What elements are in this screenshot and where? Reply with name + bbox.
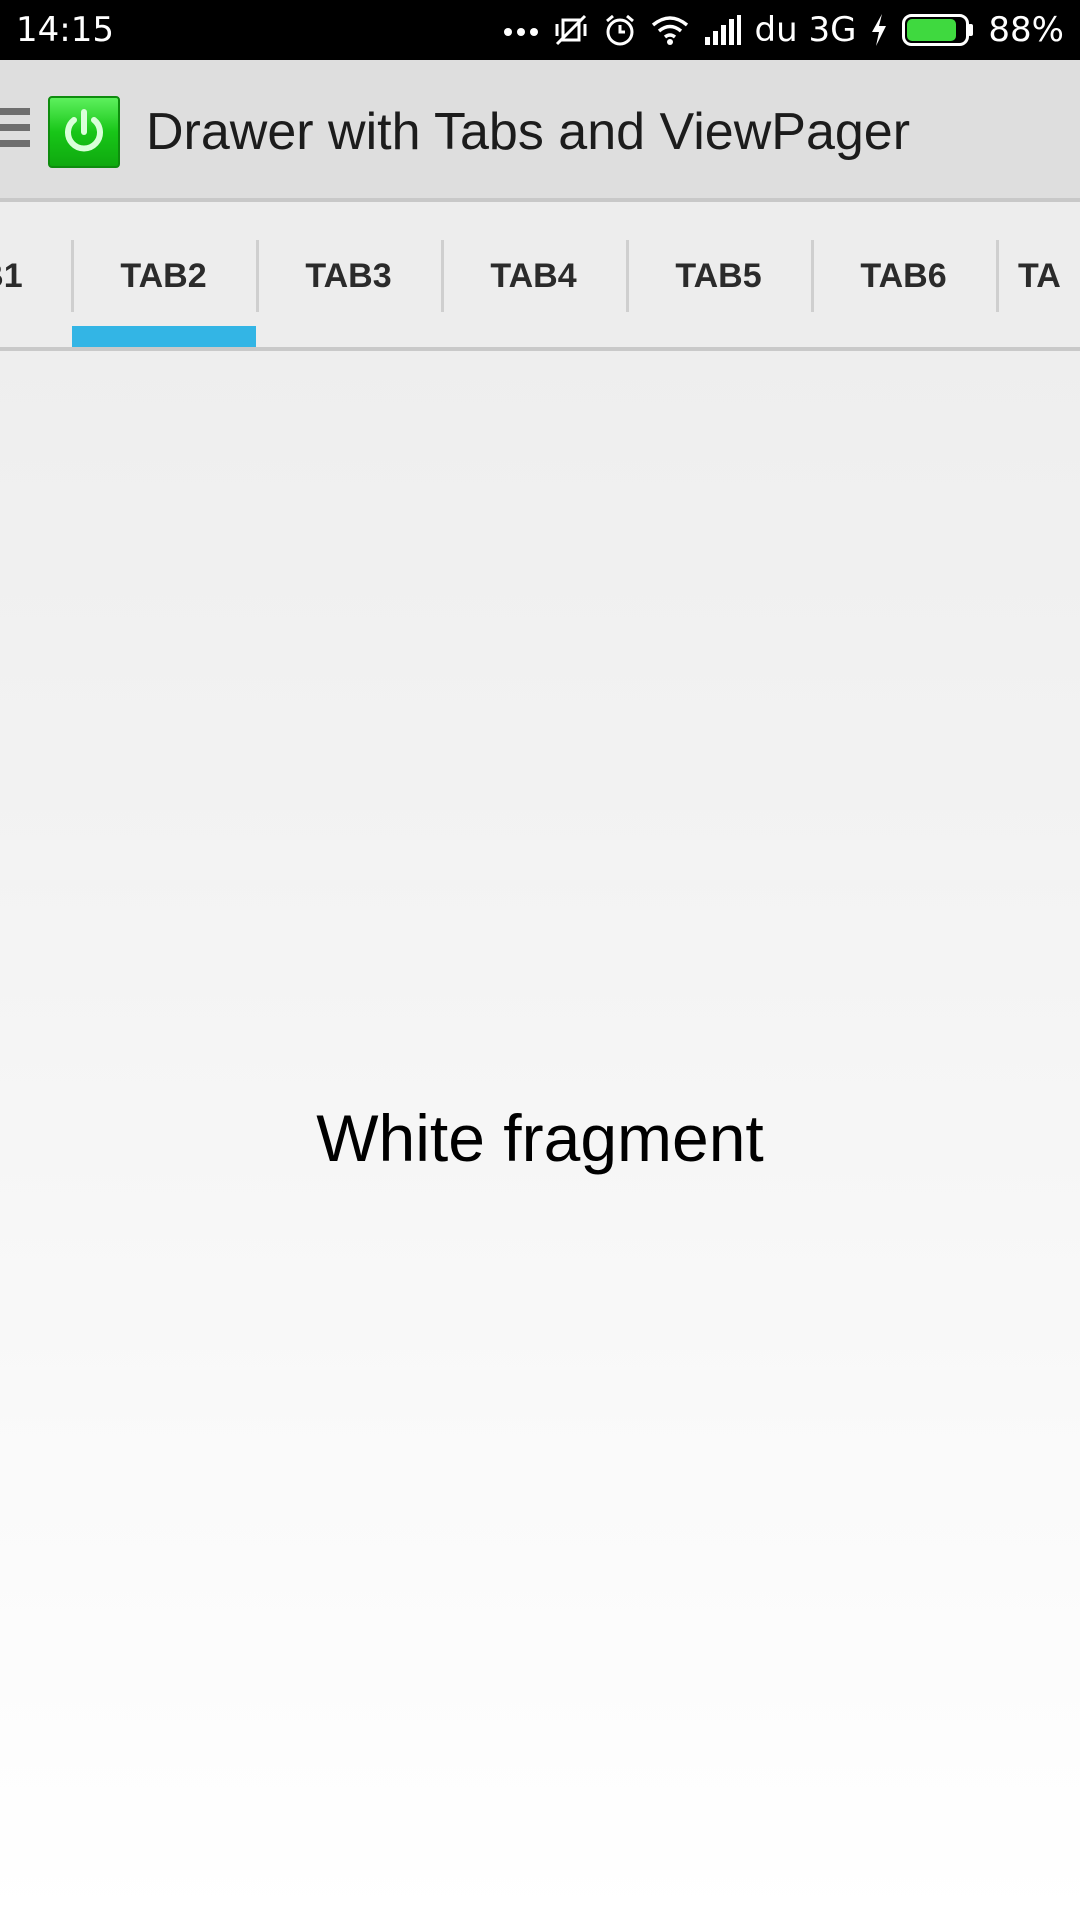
tab-6[interactable]: TAB6	[812, 240, 995, 312]
status-bar: 14:15 du 3G 88%	[0, 0, 1080, 60]
charging-icon	[872, 14, 887, 46]
status-time: 14:15	[16, 10, 114, 50]
drawer-menu-icon[interactable]	[0, 108, 30, 158]
fragment-text: White fragment	[316, 1101, 764, 1175]
tab-4[interactable]: TAB4	[442, 240, 625, 312]
power-app-icon[interactable]	[48, 96, 120, 168]
selected-tab-indicator	[72, 326, 256, 347]
status-icons: du 3G 88%	[503, 8, 1064, 52]
tab-strip: TAB1 TAB2 TAB3 TAB4 TAB5 TAB6 TA	[0, 202, 1080, 351]
carrier-label: du 3G	[754, 10, 857, 50]
battery-icon	[902, 14, 974, 46]
wifi-icon	[651, 16, 688, 45]
more-dots-icon	[503, 28, 538, 36]
tab-7[interactable]: TA	[1018, 240, 1080, 312]
tab-divider	[996, 240, 999, 312]
action-bar: Drawer with Tabs and ViewPager	[0, 60, 1080, 202]
app-title: Drawer with Tabs and ViewPager	[146, 103, 911, 161]
tab-1[interactable]: TAB1	[0, 240, 71, 312]
signal-icon	[704, 15, 741, 45]
tab-3[interactable]: TAB3	[257, 240, 440, 312]
alarm-icon	[605, 14, 634, 46]
battery-percent: 88%	[988, 10, 1064, 50]
tab-5[interactable]: TAB5	[627, 240, 810, 312]
tab-2[interactable]: TAB2	[72, 240, 255, 312]
vibrate-off-icon	[555, 14, 586, 46]
